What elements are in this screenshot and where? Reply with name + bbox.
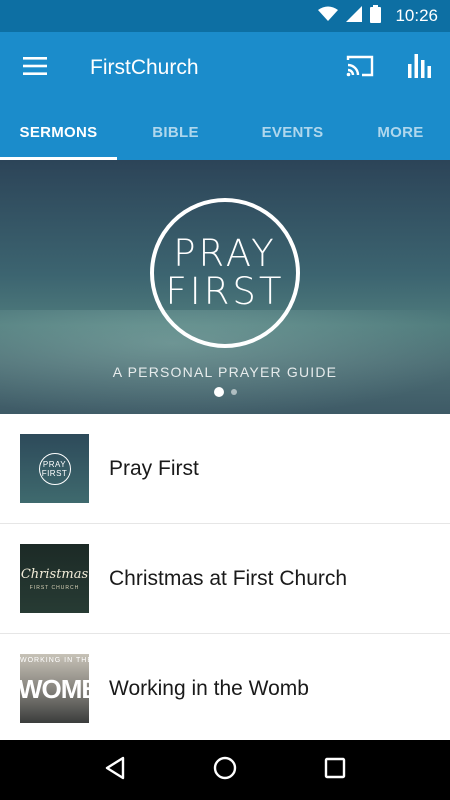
thumbnail-text: WOMB: [20, 674, 89, 704]
back-triangle-icon: [104, 756, 126, 785]
sermon-item-womb[interactable]: WORKING IN THE WOMB Working in the Womb: [0, 634, 450, 744]
menu-button[interactable]: [0, 32, 70, 104]
tab-more[interactable]: MORE: [351, 104, 450, 160]
banner-logo-ring: PRAY FIRST: [150, 198, 300, 348]
thumbnail-text: WORKING IN THE: [20, 657, 89, 664]
home-circle-icon: [213, 756, 237, 785]
clock: 10:26: [395, 6, 438, 25]
banner-subtitle: A PERSONAL PRAYER GUIDE: [112, 364, 338, 380]
cell-signal-icon: [346, 5, 363, 27]
battery-icon: [370, 4, 382, 28]
carousel-dot[interactable]: [230, 389, 237, 395]
sermon-item-christmas[interactable]: Christmas FIRST CHURCH Christmas at Firs…: [0, 524, 450, 634]
thumbnail-text: FIRST: [41, 468, 68, 478]
app-bar: FirstChurch: [0, 32, 450, 104]
cast-icon: [346, 55, 374, 82]
sermon-title: Pray First: [109, 456, 199, 480]
sermon-title: Christmas at First Church: [109, 566, 348, 590]
cast-button[interactable]: [330, 32, 390, 104]
sermon-thumbnail: WORKING IN THE WOMB: [20, 654, 89, 723]
sermon-thumbnail: PRAY FIRST: [20, 434, 89, 503]
thumbnail-text: FIRST CHURCH: [29, 584, 80, 591]
banner-title-line1: PRAY: [173, 232, 277, 275]
banner-title-line2: FIRST: [165, 270, 285, 313]
sermon-title: Working in the Womb: [109, 676, 309, 700]
featured-banner[interactable]: PRAY FIRST A PERSONAL PRAYER GUIDE: [0, 160, 450, 414]
recents-button[interactable]: [310, 745, 360, 795]
thumbnail-text: PRAY: [42, 459, 67, 469]
carousel-indicator: [0, 387, 450, 397]
tab-bar: SERMONS BIBLE EVENTS MORE: [0, 104, 450, 160]
carousel-dot-active[interactable]: [213, 387, 224, 397]
sermon-item-pray-first[interactable]: PRAY FIRST Pray First: [0, 414, 450, 524]
app-title: FirstChurch: [90, 56, 199, 79]
thumbnail-text: Christmas: [20, 566, 89, 582]
recents-square-icon: [324, 757, 346, 784]
bar-chart-icon: [407, 53, 433, 83]
menu-icon: [23, 56, 47, 80]
wifi-icon: [318, 6, 339, 27]
back-button[interactable]: [90, 745, 140, 795]
tab-events[interactable]: EVENTS: [234, 104, 351, 160]
home-button[interactable]: [200, 745, 250, 795]
status-bar: 10:26: [0, 0, 450, 32]
stats-button[interactable]: [390, 32, 450, 104]
tab-sermons[interactable]: SERMONS: [0, 104, 117, 160]
thumbnail-ring: PRAY FIRST: [38, 452, 71, 485]
tab-bible[interactable]: BIBLE: [117, 104, 234, 160]
sermon-list: PRAY FIRST Pray First Christmas FIRST CH…: [0, 414, 450, 744]
sermon-thumbnail: Christmas FIRST CHURCH: [20, 544, 89, 613]
system-nav-bar: [0, 740, 450, 800]
